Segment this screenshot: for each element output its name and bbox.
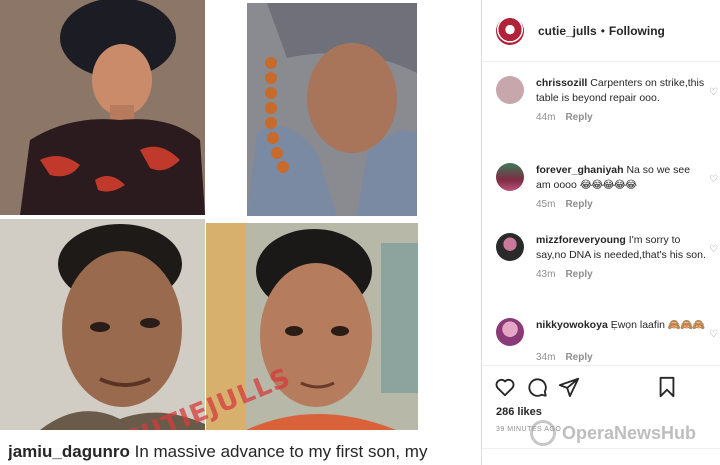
comment-username[interactable]: mizzforeveryoung: [536, 234, 626, 246]
comment-meta: 44m Reply: [536, 112, 720, 123]
comment-time: 43m: [536, 269, 556, 280]
comment-item: forever_ghaniyah Na so we see am oooo 😂😂…: [496, 163, 720, 210]
operanews-brand: OperaNewsHub: [562, 422, 697, 443]
comment-emojis: 😂😂😂😂😂: [579, 179, 637, 191]
post-caption: jamiu_dagunro In massive advance to my f…: [8, 442, 478, 462]
comment-username[interactable]: chrissozill: [536, 77, 587, 89]
post-header: cutie_julls • Following: [482, 0, 720, 62]
reply-button[interactable]: Reply: [565, 199, 592, 210]
comment-body: chrissozill Carpenters on strike,this ta…: [536, 76, 706, 106]
commenter-avatar[interactable]: [496, 163, 524, 191]
add-comment-area[interactable]: [482, 448, 720, 465]
photo-woman-in-gele: [0, 0, 205, 215]
comment-item: chrissozill Carpenters on strike,this ta…: [496, 76, 720, 123]
heart-icon[interactable]: [494, 376, 516, 398]
author-username[interactable]: cutie_julls: [538, 24, 597, 38]
comment-text: Ẹwọn laafin: [610, 319, 665, 331]
commenter-avatar[interactable]: [496, 76, 524, 104]
comment-username[interactable]: nikkyowokoya: [536, 319, 608, 331]
bookmark-icon[interactable]: [656, 376, 678, 398]
comment-username[interactable]: forever_ghaniyah: [536, 164, 624, 176]
comment-item: nikkyowokoya Ẹwọn laafin 🙈🙈🙈 34m Reply: [496, 318, 720, 363]
comment-body: nikkyowokoya Ẹwọn laafin 🙈🙈🙈: [536, 318, 706, 346]
likes-count[interactable]: 286 likes: [496, 406, 542, 418]
commenter-avatar[interactable]: [496, 233, 524, 261]
author-avatar[interactable]: [496, 16, 524, 45]
reply-button[interactable]: Reply: [565, 352, 592, 363]
opera-logo-icon: [530, 420, 556, 446]
comment-time: 45m: [536, 199, 556, 210]
post-actions: 286 likes 39 MINUTES AGO: [482, 365, 720, 465]
comment-meta: 34m Reply: [536, 352, 720, 363]
comment-body: mizzforeveryoung I'm sorry to say,no DNA…: [536, 233, 706, 263]
heart-icon[interactable]: [709, 244, 720, 257]
comment-meta: 43m Reply: [536, 269, 720, 280]
comment-time: 44m: [536, 112, 556, 123]
comment-item: mizzforeveryoung I'm sorry to say,no DNA…: [496, 233, 720, 280]
header-separator: •: [600, 23, 605, 38]
heart-icon[interactable]: [709, 329, 720, 342]
operanews-watermark: OperaNewsHub: [530, 420, 696, 446]
post-image-collage: CUTIEJULLS: [0, 0, 480, 430]
photo-elderly-man: [247, 3, 417, 216]
comment-body: forever_ghaniyah Na so we see am oooo 😂😂…: [536, 163, 706, 193]
comment-time: 34m: [536, 352, 556, 363]
comment-emojis: 🙈🙈🙈: [667, 319, 705, 331]
caption-username[interactable]: jamiu_dagunro: [8, 442, 130, 461]
reply-button[interactable]: Reply: [565, 112, 592, 123]
photo-young-man: [0, 219, 205, 430]
share-icon[interactable]: [558, 376, 580, 398]
commenter-avatar[interactable]: [496, 318, 524, 346]
heart-icon[interactable]: [709, 87, 720, 100]
reply-button[interactable]: Reply: [565, 269, 592, 280]
heart-icon[interactable]: [709, 174, 720, 187]
comment-icon[interactable]: [526, 376, 548, 398]
comment-meta: 45m Reply: [536, 199, 720, 210]
post-side-panel: cutie_julls • Following chrissozill Carp…: [481, 0, 720, 465]
follow-button[interactable]: Following: [609, 24, 665, 38]
caption-text: In massive advance to my first son, my: [134, 442, 428, 461]
